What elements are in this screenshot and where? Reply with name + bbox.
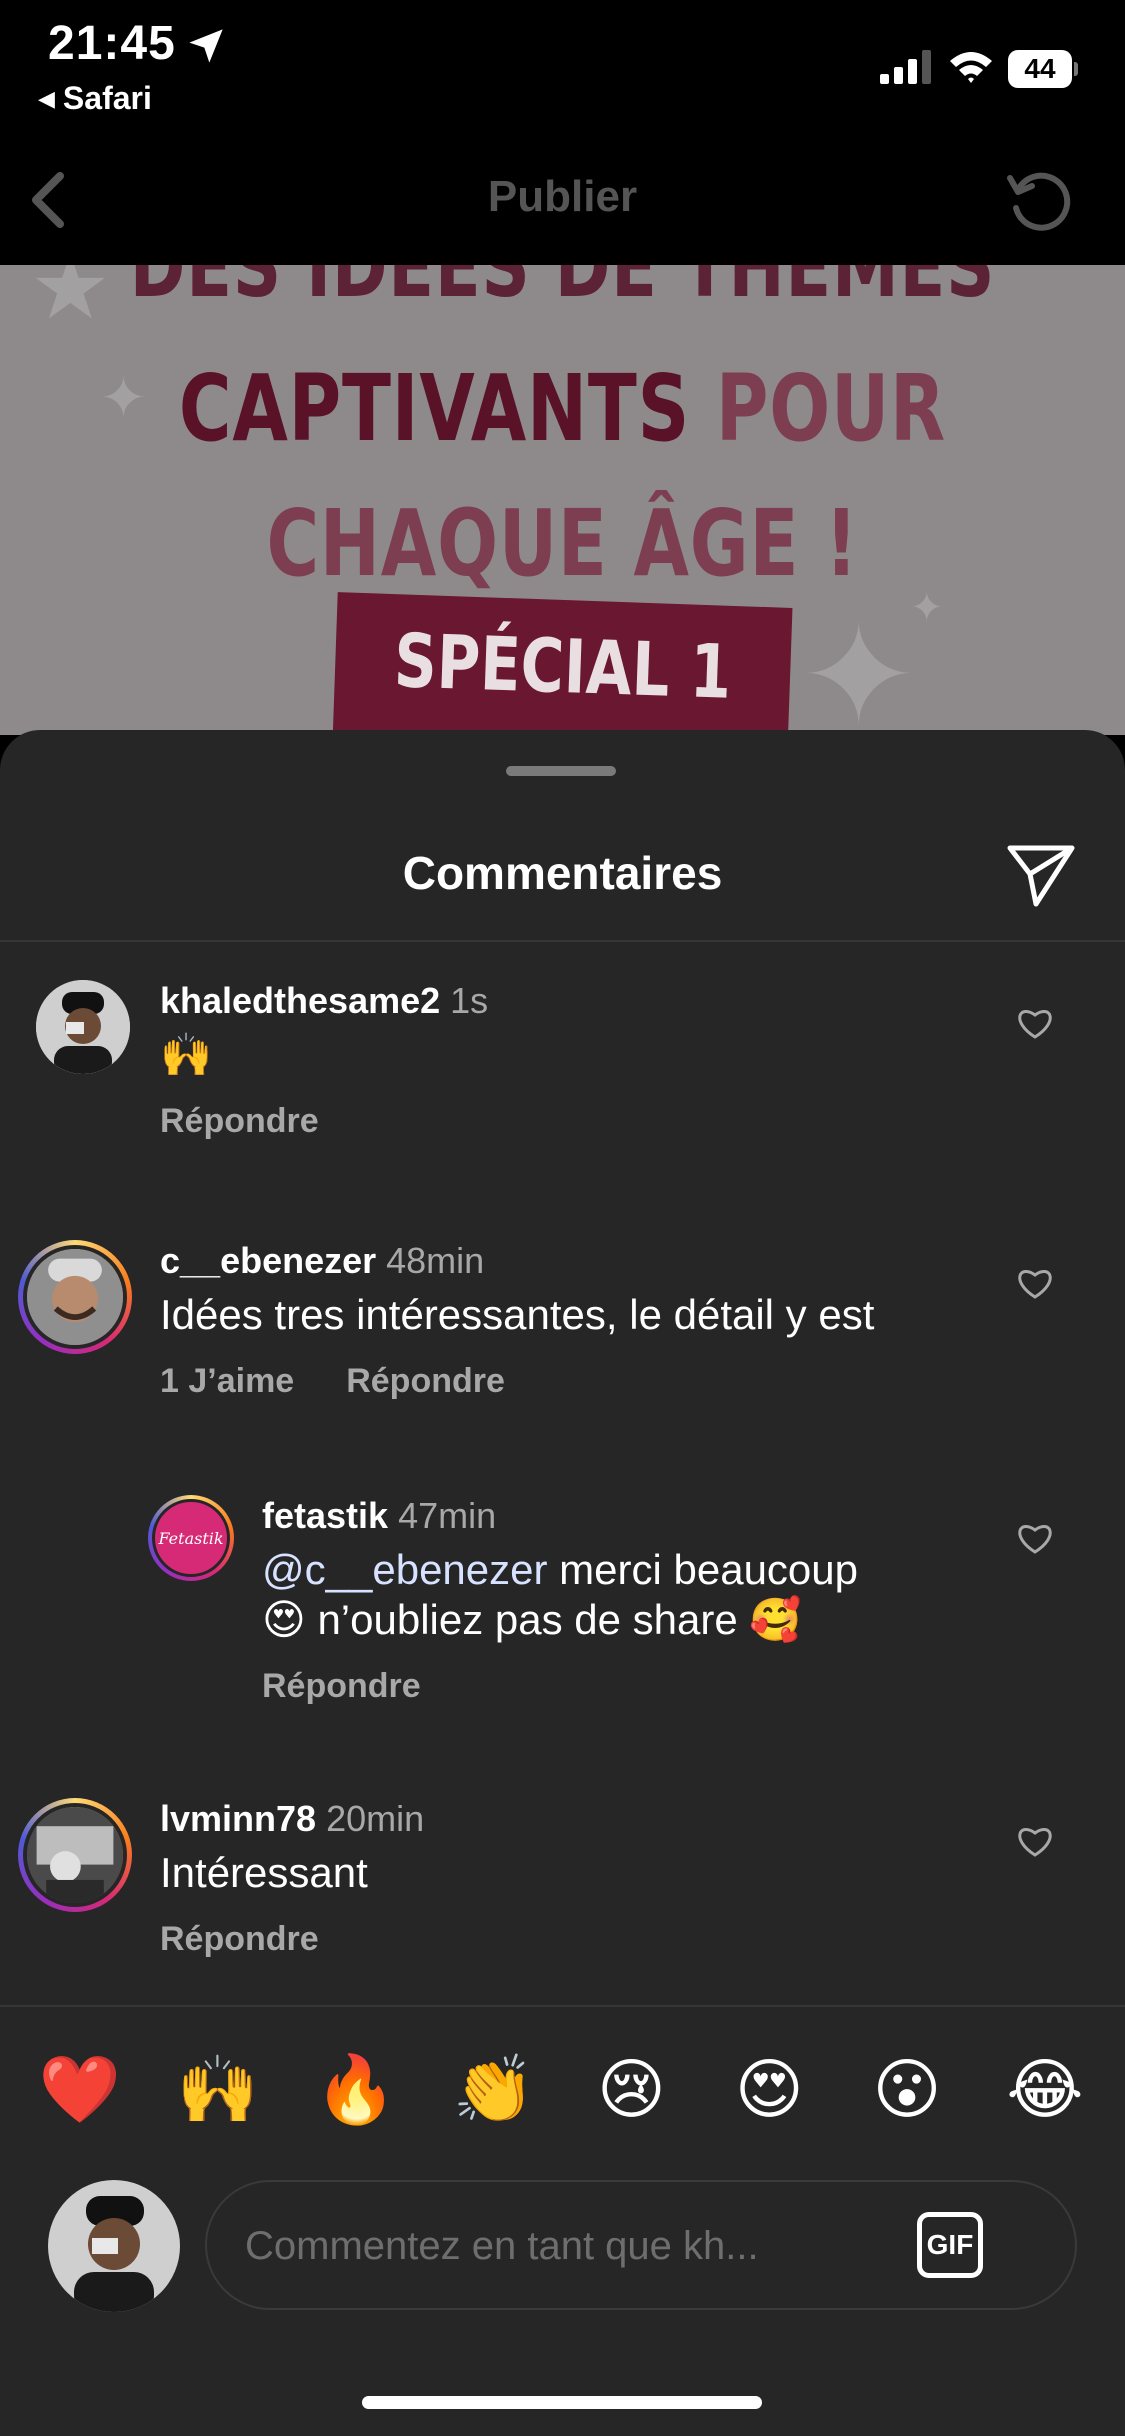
emoji-quick-bar: ❤️ 🙌 🔥 👏 😢 😍 😮 😂 (30, 2045, 1095, 2135)
likes-count[interactable]: 1 J’aime (160, 1362, 294, 1401)
post-headline-2: CAPTIVANTS POUR (124, 355, 1002, 462)
post-headline-2-strong: CAPTIVANTS (178, 355, 691, 462)
comment-header: lvminn78 20min (160, 1798, 424, 1840)
comment-text-line1: merci beaucoup (547, 1546, 859, 1593)
avatar-photo (48, 2180, 180, 2312)
sparkle-icon: ✦ (800, 597, 918, 735)
comment-time: 20min (326, 1798, 425, 1839)
comment-username[interactable]: fetastik (262, 1495, 388, 1536)
current-user-avatar (48, 2180, 180, 2312)
emoji-divider (0, 2005, 1125, 2007)
comment-text: Intéressant (160, 1849, 368, 1896)
status-bar: 21:45 ◀ Safari 44 (0, 0, 1125, 130)
comment-header: c__ebenezer 48min (160, 1240, 484, 1282)
avatar[interactable]: Fetastik (148, 1495, 234, 1581)
location-arrow-icon (189, 29, 223, 63)
comment-mention[interactable]: @c__ebenezer (262, 1546, 548, 1593)
emoji-clap-button[interactable]: 👏 (444, 2045, 544, 2135)
comment-time: 1s (450, 980, 489, 1021)
post-headline-1: DES IDÉES DE THÈMES (129, 265, 996, 317)
heart-icon[interactable] (1016, 1521, 1054, 1555)
emoji-wow-button[interactable]: 😮 (857, 2045, 957, 2135)
post-headline-3: CHAQUE ÂGE ! (266, 490, 859, 597)
avatar[interactable] (36, 980, 130, 1074)
page-title: Publier (487, 172, 638, 221)
avatar-photo (36, 980, 130, 1074)
comment-text: 🙌 (160, 1030, 213, 1079)
comment-input-box: GIF (205, 2180, 1077, 2310)
avatar[interactable] (18, 1240, 132, 1354)
reply-button[interactable]: Répondre (160, 1920, 319, 1959)
avatar-photo (27, 1249, 123, 1345)
back-to-app-link[interactable]: ◀ Safari (38, 80, 152, 117)
heart-icon[interactable] (1016, 1824, 1054, 1858)
emoji-joy-button[interactable]: 😂 (995, 2045, 1095, 2135)
reply-button[interactable]: Répondre (262, 1667, 421, 1706)
comment-text-line2: 😍 n’oubliez pas de share 🥰 (262, 1596, 802, 1643)
gif-button[interactable]: GIF (917, 2212, 983, 2278)
status-time: 21:45 (48, 17, 176, 70)
sheet-grabber[interactable] (506, 766, 616, 776)
post-badge: SPÉCIAL 1 AN (332, 592, 793, 735)
nav-bar: Publier (0, 130, 1125, 265)
reply-button[interactable]: Répondre (160, 1102, 319, 1141)
reply-button[interactable]: Répondre (346, 1362, 505, 1401)
battery-level: 44 (1008, 50, 1072, 88)
emoji-heart-button[interactable]: ❤️ (30, 2045, 130, 2135)
emoji-raised-hands-button[interactable]: 🙌 (168, 2045, 268, 2135)
wifi-icon (950, 52, 992, 83)
comment-actions: Répondre (262, 1667, 421, 1706)
comment-input[interactable] (245, 2212, 885, 2280)
back-app-label: Safari (62, 80, 152, 116)
comment-username[interactable]: lvminn78 (160, 1798, 316, 1839)
avatar-photo (27, 1807, 123, 1903)
home-indicator[interactable] (362, 2396, 762, 2409)
emoji-heart-eyes-button[interactable]: 😍 (719, 2045, 819, 2135)
comment-header: khaledthesame2 1s (160, 980, 488, 1022)
heart-icon[interactable] (1016, 1266, 1054, 1300)
refresh-icon[interactable] (1004, 164, 1076, 236)
avatar-brand-text: Fetastik (158, 1528, 224, 1548)
comment-header: fetastik 47min (262, 1495, 496, 1537)
avatar[interactable] (18, 1798, 132, 1912)
comment-text: @c__ebenezer merci beaucoup 😍 n’oubliez … (262, 1545, 982, 1645)
signal-icon (880, 50, 931, 84)
post-image: ★ ✦ ✦ ✦ DES IDÉES DE THÈMES CAPTIVANTS P… (0, 265, 1125, 735)
emoji-fire-button[interactable]: 🔥 (306, 2045, 406, 2135)
comment-time: 48min (386, 1240, 485, 1281)
post-headline-2-soft: POUR (715, 355, 947, 462)
comment-time: 47min (398, 1495, 497, 1536)
sparkle-icon: ★ (30, 265, 111, 338)
comment-username[interactable]: khaledthesame2 (160, 980, 440, 1021)
sheet-title: Commentaires (402, 847, 723, 899)
comment-actions: Répondre (160, 1920, 319, 1959)
back-triangle-icon: ◀ (38, 85, 55, 111)
post-badge-text: SPÉCIAL 1 AN (392, 618, 733, 716)
comment-username[interactable]: c__ebenezer (160, 1240, 376, 1281)
paper-plane-icon[interactable] (1006, 842, 1076, 908)
heart-icon[interactable] (1016, 1006, 1054, 1040)
emoji-cry-button[interactable]: 😢 (581, 2045, 681, 2135)
comment-actions: 1 J’aime Répondre (160, 1362, 505, 1401)
comment-actions: Répondre (160, 1102, 319, 1141)
sheet-divider (0, 940, 1125, 942)
battery-icon: 44 (1008, 50, 1078, 88)
comment-text: Idées tres intéressantes, le détail y es… (160, 1291, 875, 1338)
